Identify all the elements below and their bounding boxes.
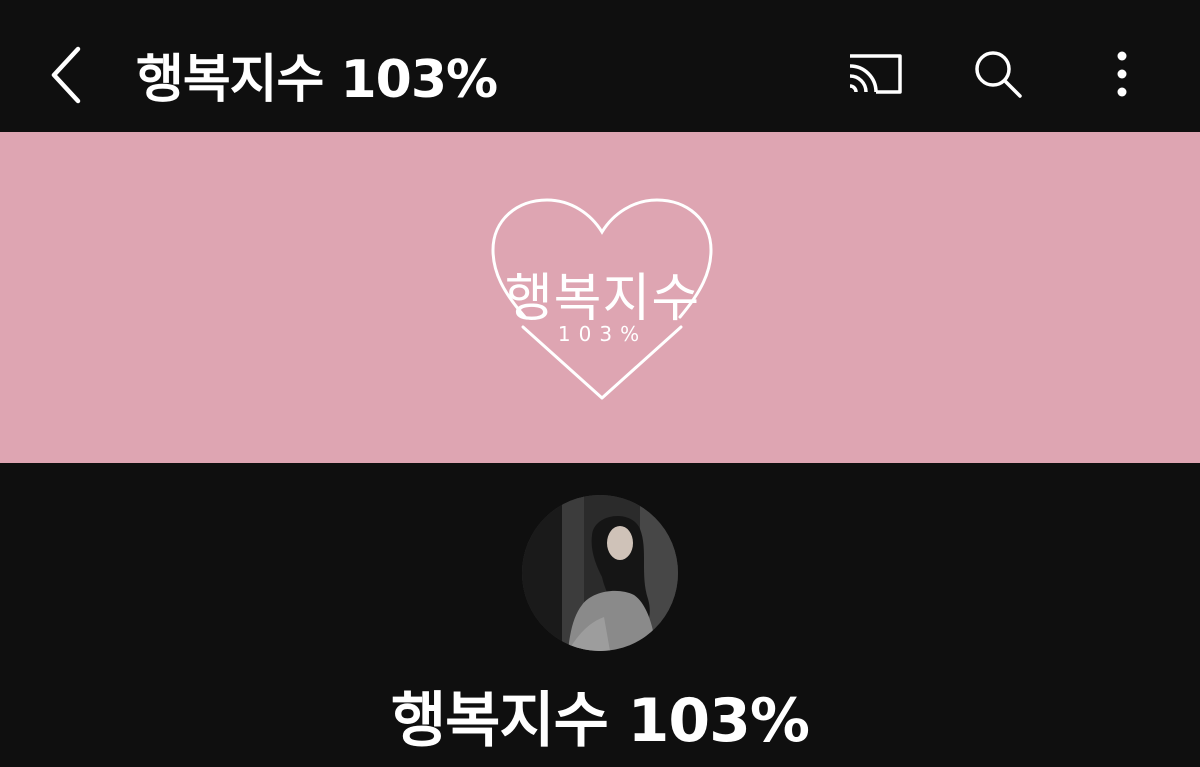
banner-logo-number: 103% [557, 322, 648, 346]
channel-avatar[interactable] [522, 495, 678, 651]
channel-banner: 행복지수 103% [0, 132, 1200, 463]
banner-logo-text: 행복지수 [504, 269, 701, 329]
cast-button[interactable] [838, 38, 910, 110]
app-title: 행복지수 103% [136, 49, 498, 110]
app-root: 행복지수 103% 행복지수 103% 행복지수 103% [0, 0, 1200, 767]
search-icon [975, 51, 1022, 98]
profile-photo [522, 495, 678, 651]
more-vertical-icon [1117, 51, 1127, 97]
cast-icon [849, 54, 902, 94]
search-button[interactable] [962, 38, 1034, 110]
chevron-left-icon [51, 46, 81, 104]
top-app-bar: 행복지수 103% [0, 0, 1200, 132]
more-options-button[interactable] [1086, 38, 1158, 110]
back-button[interactable] [30, 30, 102, 120]
banner-logo: 행복지수 103% [485, 192, 720, 402]
channel-name: 행복지수 103% [390, 686, 810, 756]
